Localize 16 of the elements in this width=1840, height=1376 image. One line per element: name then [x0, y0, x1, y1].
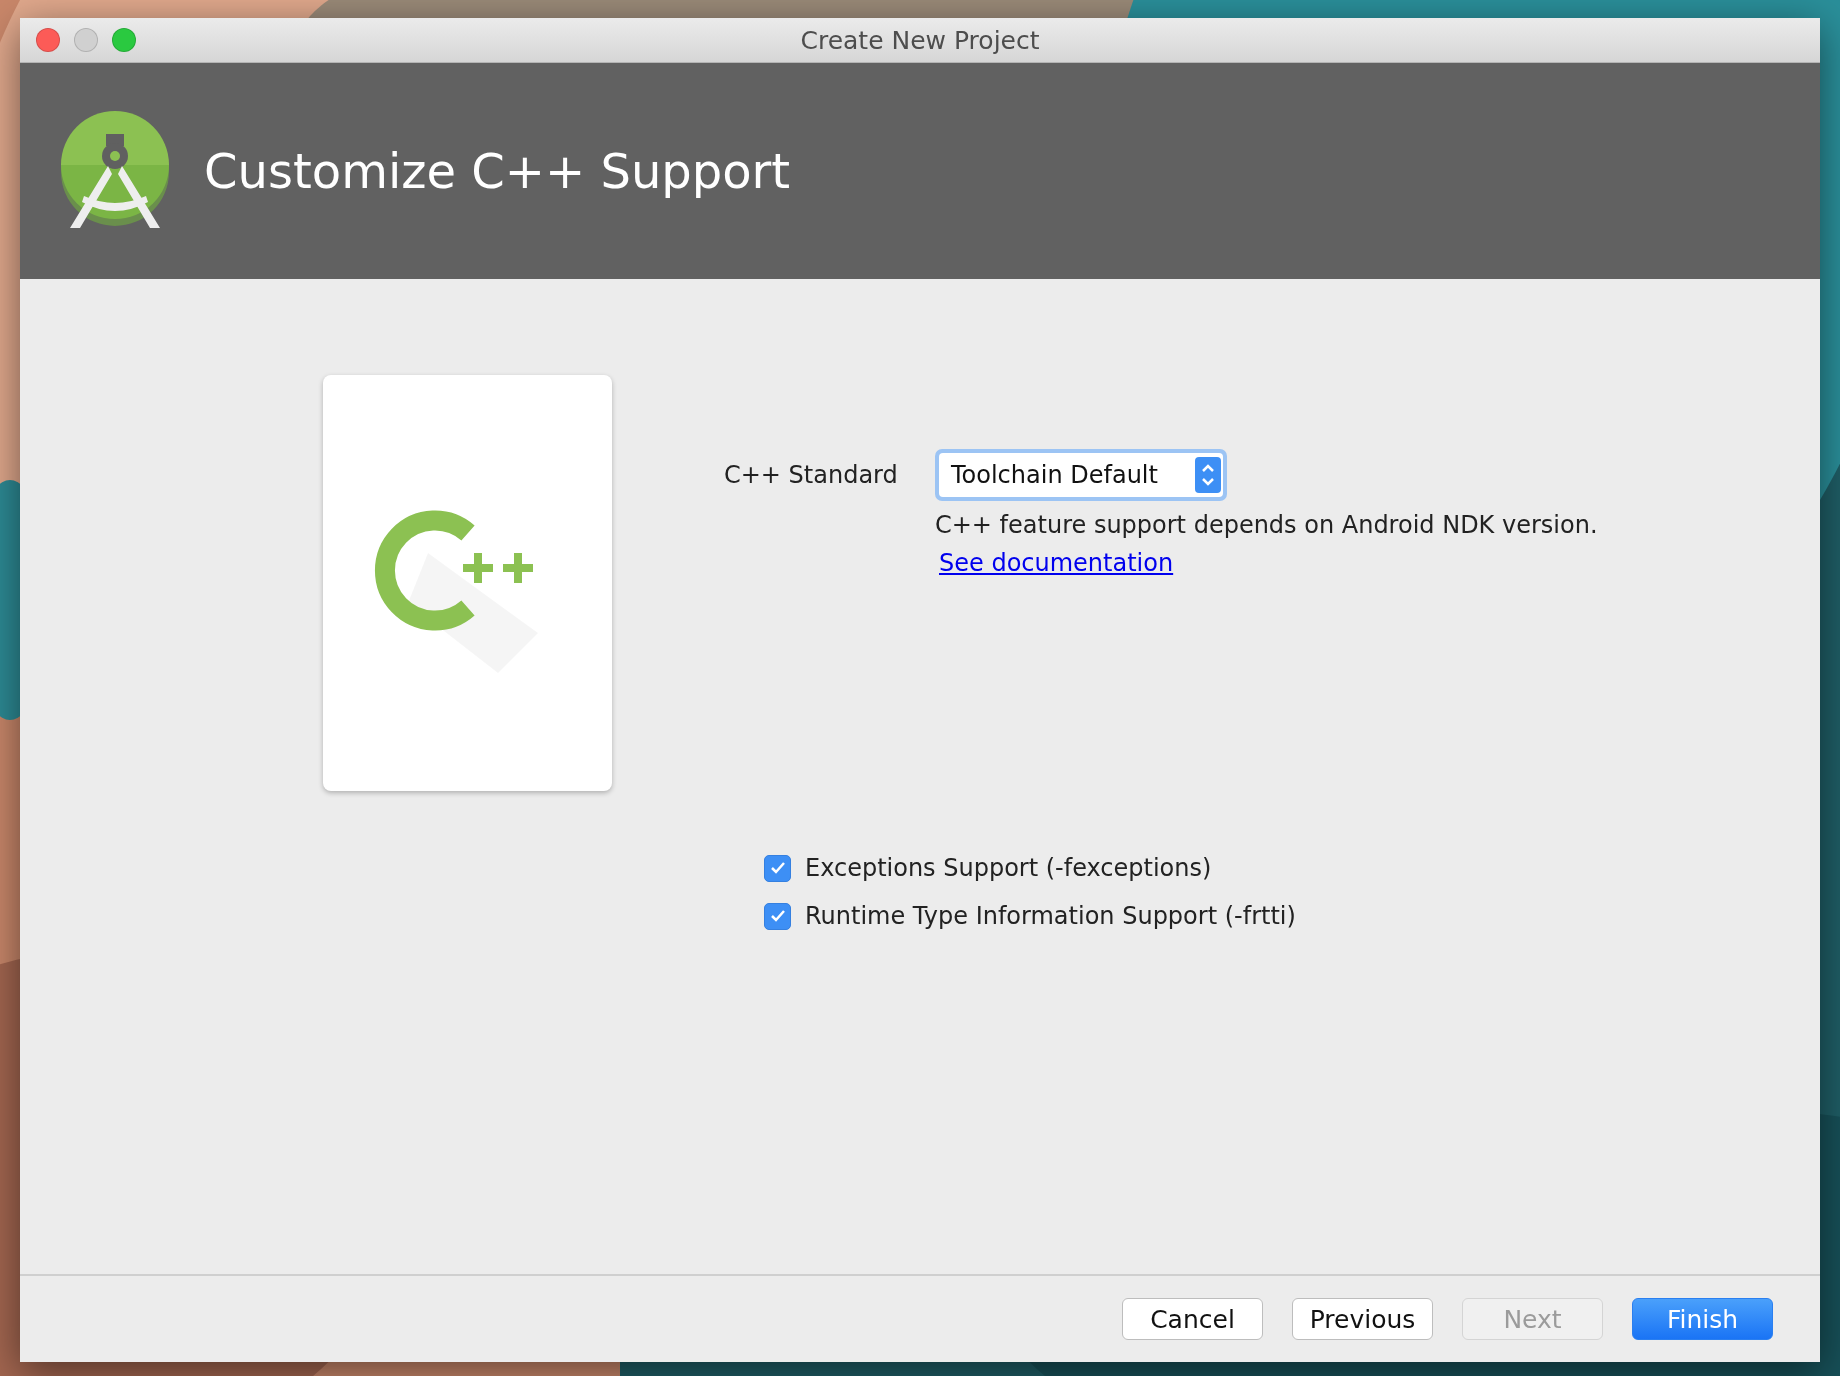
zoom-button[interactable] [112, 28, 136, 52]
hint-text: C++ feature support depends on Android NDK version. [935, 511, 1598, 539]
field-label: C++ Standard [724, 461, 899, 489]
minimize-button[interactable] [74, 28, 98, 52]
checkbox-label: Exceptions Support (-fexceptions) [805, 854, 1212, 882]
documentation-link[interactable]: See documentation [939, 549, 1174, 577]
stepper-icon [1195, 457, 1221, 493]
dialog-button[interactable]: Cancel [1122, 1298, 1263, 1340]
window-title: Create New Project [800, 25, 1040, 55]
dialog-button[interactable]: Previous [1292, 1298, 1433, 1340]
page-heading: Customize C++ Support [204, 143, 791, 199]
checkbox-label: Runtime Type Information Support (-frtti) [805, 902, 1296, 930]
standard-dropdown[interactable]: Toolchain Default [935, 449, 1227, 501]
close-button[interactable] [36, 28, 60, 52]
checkbox[interactable] [764, 854, 791, 882]
checkbox[interactable] [764, 902, 791, 930]
